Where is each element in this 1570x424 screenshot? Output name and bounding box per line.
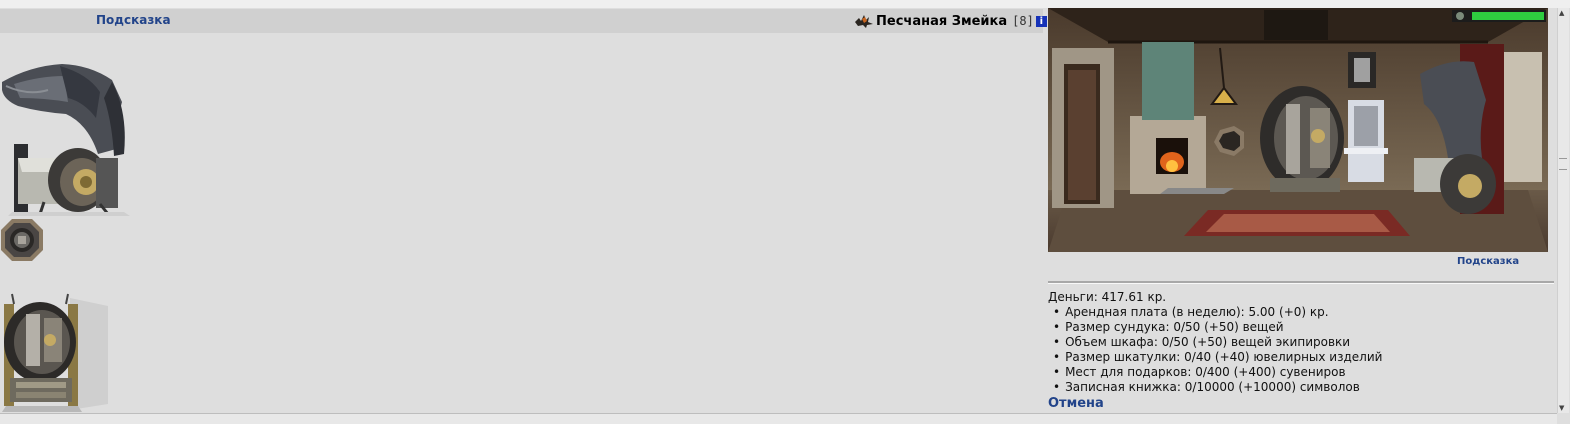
canopy-chest-icon[interactable] [0, 62, 132, 216]
dark-alignment-icon[interactable] [854, 13, 874, 29]
player-info: Песчаная Змейка [8] i [854, 12, 1047, 30]
player-level: [8] [1012, 14, 1034, 28]
money-text: Деньги: 417.61 кр. [1048, 290, 1167, 304]
player-name[interactable]: Песчаная Змейка [876, 14, 1007, 29]
wardrobe-icon[interactable] [0, 292, 112, 412]
jewelry-box-line: Размер шкатулки: 0/40 (+40) ювелирных из… [1048, 350, 1382, 365]
cancel-link[interactable]: Отмена [1048, 396, 1382, 411]
scroll-up-arrow-icon[interactable]: ▲ [1559, 9, 1564, 17]
wardrobe-volume-line: Объем шкафа: 0/50 (+50) вещей экипировки [1048, 335, 1382, 350]
scroll-thumb[interactable] [1559, 158, 1567, 170]
room-scene [1048, 8, 1548, 252]
bottom-strip [0, 413, 1557, 424]
chest-size-line: Размер сундука: 0/50 (+50) вещей [1048, 320, 1382, 335]
notebook-line: Записная книжка: 0/10000 (+10000) символ… [1048, 380, 1382, 395]
scroll-down-arrow-icon[interactable]: ▼ [1559, 404, 1564, 412]
scrollbar[interactable] [1557, 8, 1569, 413]
stats-list: Арендная плата (в неделю): 5.00 (+0) кр.… [1048, 305, 1382, 395]
gift-slots-line: Мест для подарков: 0/400 (+400) сувениро… [1048, 365, 1382, 380]
rent-line: Арендная плата (в неделю): 5.00 (+0) кр. [1048, 305, 1382, 320]
hint-link[interactable]: Подсказка [96, 13, 171, 27]
info-icon[interactable]: i [1035, 15, 1047, 27]
jewelry-box-icon[interactable] [0, 218, 44, 262]
health-bar [1452, 10, 1546, 22]
house-info: Деньги: 417.61 кр. Арендная плата (в нед… [1048, 290, 1382, 411]
divider [1048, 281, 1554, 284]
scene-hint-link[interactable]: Подсказка [1457, 256, 1519, 267]
top-line [0, 0, 1570, 8]
